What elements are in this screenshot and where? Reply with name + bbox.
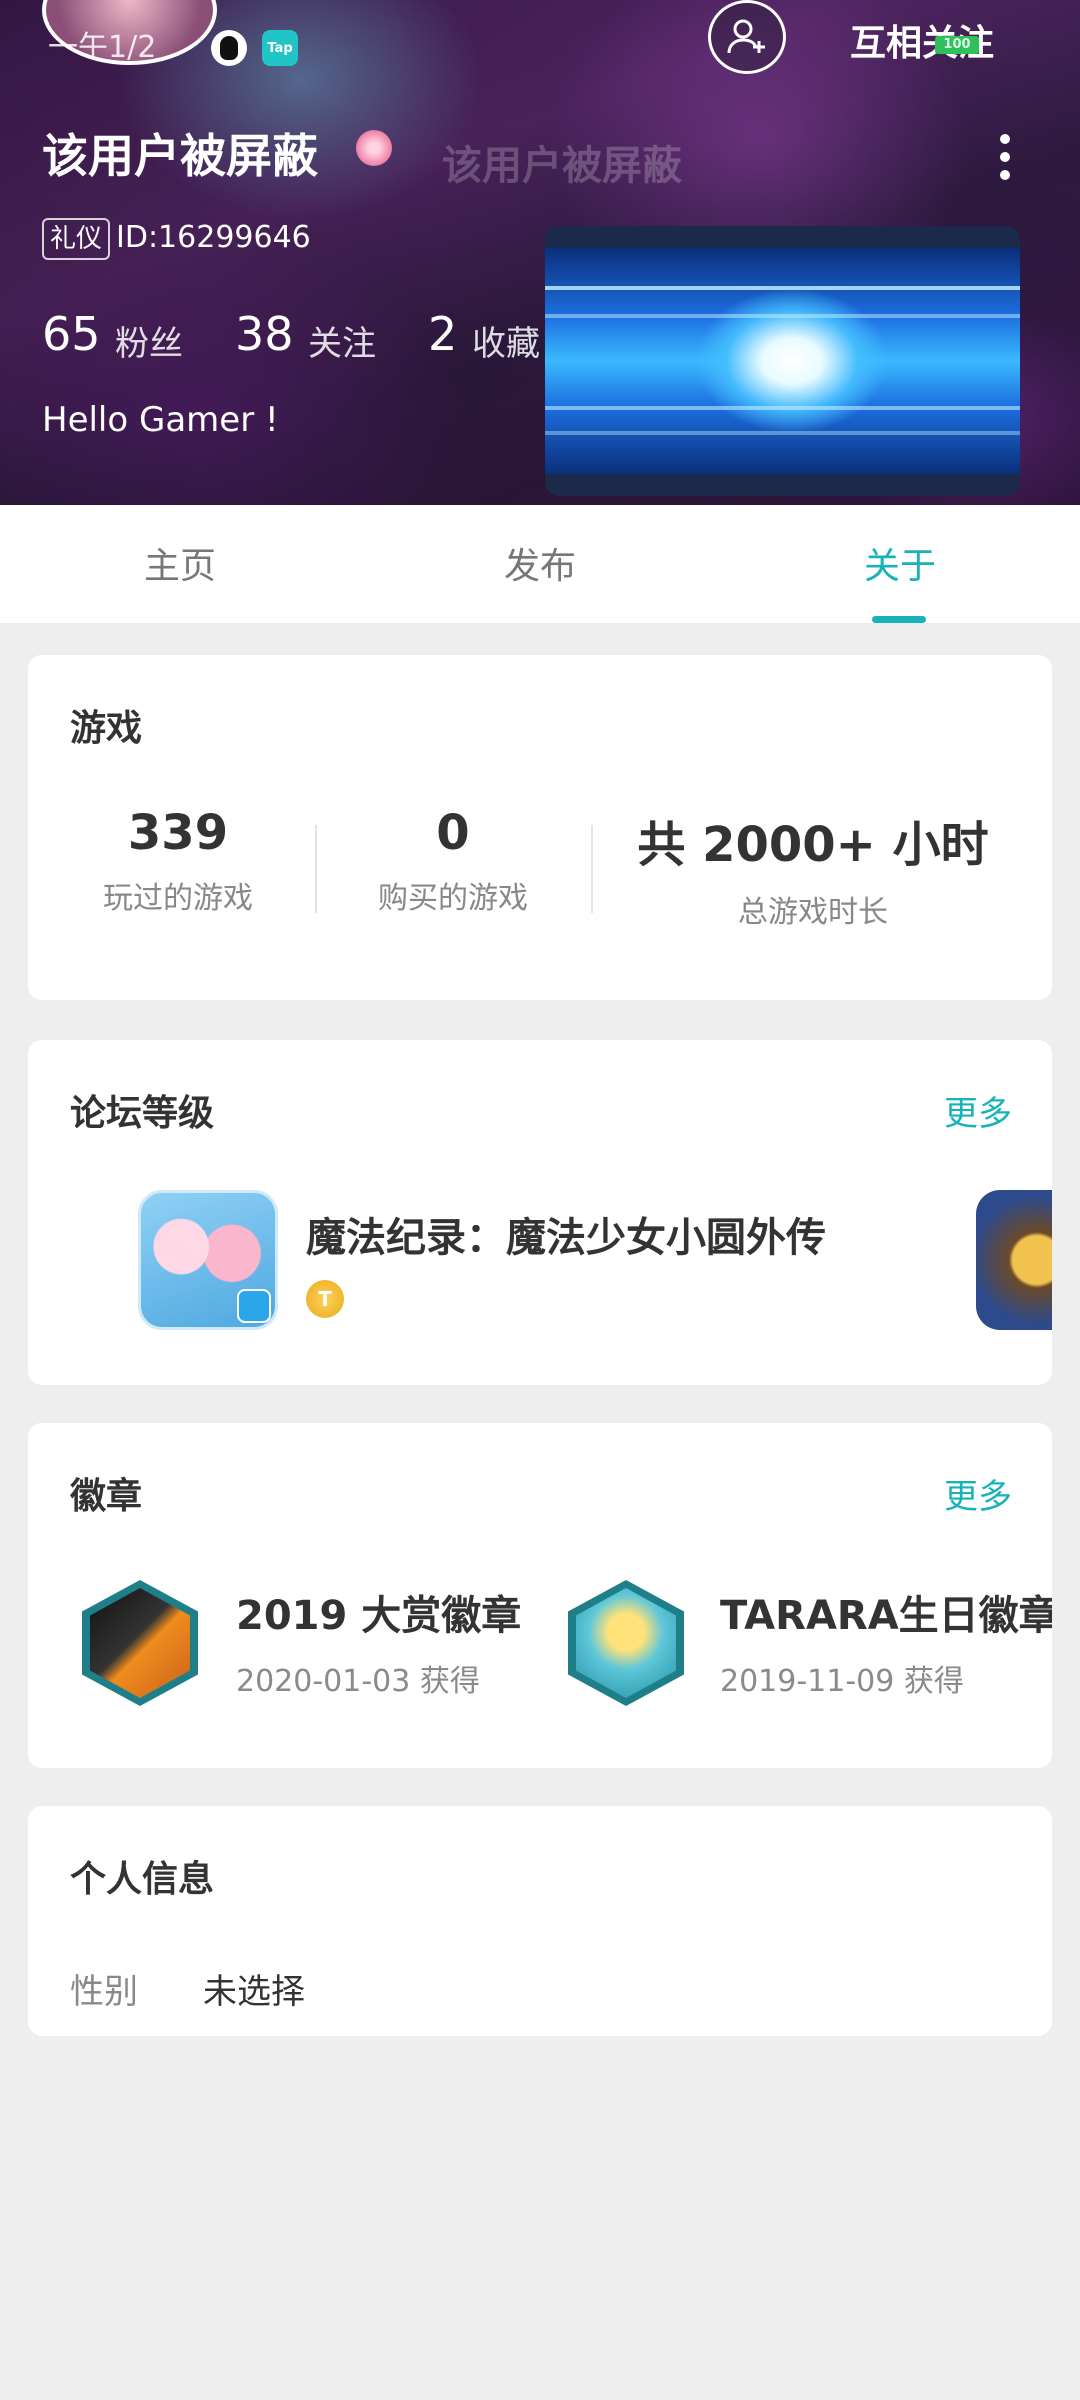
badges-card: 徽章 更多 2019 大赏徽章 2020-01-03 获得 TARARA生日徽章… — [28, 1423, 1052, 1768]
more-vertical-icon[interactable] — [995, 134, 1015, 180]
fans-label[interactable]: 粉丝 — [115, 316, 183, 365]
pink-badge-icon — [356, 130, 392, 166]
profile-tabs: 主页 发布 关于 — [0, 505, 1080, 623]
purchased-games-count: 0 — [436, 805, 470, 861]
qq-icon — [211, 30, 247, 66]
tab-about[interactable]: 关于 — [720, 505, 1080, 623]
t-level-badge-icon: T — [306, 1280, 344, 1318]
purchased-games-stat[interactable]: 0 购买的游戏 — [333, 805, 573, 917]
tap-icon: Tap — [262, 30, 298, 66]
game-icon[interactable] — [138, 1190, 278, 1330]
user-id: ID:16299646 — [116, 220, 311, 255]
playtime-value: 共 2000+ 小时 — [637, 817, 989, 873]
username: 该用户被屏蔽 — [42, 129, 318, 183]
floating-video-thumbnail[interactable] — [545, 226, 1020, 496]
played-games-label: 玩过的游戏 — [103, 881, 253, 916]
badges-card-title: 徽章 — [70, 1476, 143, 1517]
badge-date: 2020-01-03 获得 — [236, 1664, 480, 1699]
avatar-caption: 一午1/2 — [48, 30, 157, 65]
etiquette-tag[interactable]: 礼仪 — [42, 218, 111, 260]
active-tab-indicator — [872, 616, 926, 623]
forum-level-card: 论坛等级 更多 魔法纪录：魔法少女小圆外传 T — [28, 1040, 1052, 1385]
ghost-username: 该用户被屏蔽 — [442, 143, 682, 189]
played-games-stat[interactable]: 339 玩过的游戏 — [58, 805, 298, 917]
divider — [315, 825, 317, 913]
playtime-label: 总游戏时长 — [738, 895, 888, 930]
personal-info-card: 个人信息 性别 未选择 — [28, 1806, 1052, 2036]
game-awards-badge-icon[interactable] — [82, 1580, 198, 1706]
forum-game-name[interactable]: 魔法纪录：魔法少女小圆外传 — [306, 1205, 826, 1263]
playtime-stat[interactable]: 共 2000+ 小时 总游戏时长 — [628, 805, 998, 931]
games-card-title: 游戏 — [70, 708, 143, 749]
tab-posts[interactable]: 发布 — [360, 505, 720, 623]
games-card: 游戏 339 玩过的游戏 0 购买的游戏 共 2000+ 小时 总游戏时长 — [28, 655, 1052, 1000]
badges-more-link[interactable]: 更多 — [944, 1469, 1012, 1518]
bilibili-icon — [237, 1289, 271, 1323]
fans-count[interactable]: 65 — [42, 307, 101, 361]
divider — [591, 825, 593, 913]
purchased-games-label: 购买的游戏 — [378, 881, 528, 916]
following-count[interactable]: 38 — [235, 307, 294, 361]
info-card-title: 个人信息 — [70, 1859, 215, 1900]
add-friend-icon[interactable] — [708, 0, 786, 74]
tab-home[interactable]: 主页 — [0, 505, 360, 623]
following-label[interactable]: 关注 — [308, 316, 376, 365]
profile-header: 一午1/2 Tap 互相关注 100 该用户被屏蔽 该用户被屏蔽 礼仪 ID:1… — [0, 0, 1080, 505]
forum-card-title: 论坛等级 — [70, 1093, 215, 1134]
tarara-badge-icon[interactable] — [568, 1580, 684, 1706]
played-games-count: 339 — [127, 805, 229, 861]
next-game-icon[interactable] — [976, 1190, 1052, 1330]
favorites-label[interactable]: 收藏 — [472, 316, 540, 365]
bio-text: Hello Gamer ! — [42, 400, 279, 440]
badge-name: 2019 大赏徽章 — [236, 1593, 522, 1639]
badge-name: TARARA生日徽章 — [720, 1593, 1052, 1639]
forum-more-link[interactable]: 更多 — [944, 1086, 1012, 1135]
gender-label: 性别 — [70, 1972, 138, 2012]
gender-value: 未选择 — [203, 1972, 305, 2012]
favorites-count[interactable]: 2 — [428, 307, 457, 361]
badge-date: 2019-11-09 获得 — [720, 1664, 964, 1699]
level-badge: 100 — [935, 36, 979, 54]
